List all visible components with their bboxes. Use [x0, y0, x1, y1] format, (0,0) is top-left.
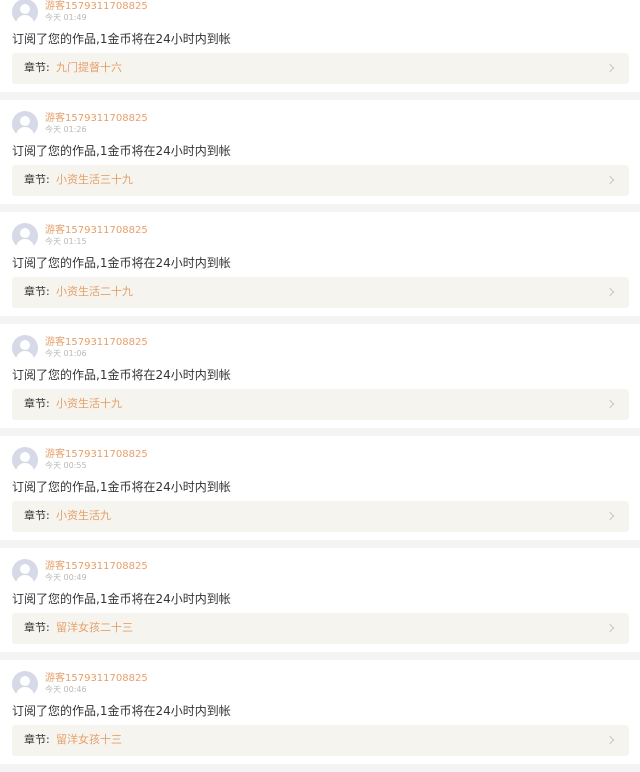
timestamp: 今天 00:55	[45, 461, 87, 470]
username[interactable]: 游客1579311708825	[45, 561, 148, 573]
chapter-name: 小资生活九	[56, 509, 111, 522]
notification-message: 订阅了您的作品,1金币将在24小时内到帐	[12, 32, 231, 46]
username[interactable]: 游客1579311708825	[45, 337, 148, 349]
chapter-link[interactable]: 章节: 小资生活三十九	[12, 165, 629, 196]
user-avatar-icon[interactable]	[12, 223, 38, 249]
notification-message: 订阅了您的作品,1金币将在24小时内到帐	[12, 368, 231, 382]
chapter-name: 九门提督十六	[56, 61, 122, 74]
notification-card: 游客1579311708825 今天 01:49 订阅了您的作品,1金币将在24…	[0, 0, 640, 92]
notification-message: 订阅了您的作品,1金币将在24小时内到帐	[12, 144, 231, 158]
chapter-name: 小资生活十九	[56, 397, 122, 410]
chevron-right-icon	[605, 511, 615, 521]
notification-card: 游客1579311708825 今天 01:06 订阅了您的作品,1金币将在24…	[0, 324, 640, 428]
timestamp: 今天 00:46	[45, 685, 87, 694]
notification-message: 订阅了您的作品,1金币将在24小时内到帐	[12, 704, 231, 718]
chapter-name: 小资生活二十九	[56, 285, 133, 298]
user-avatar-icon[interactable]	[12, 0, 38, 25]
notification-card: 游客1579311708825 今天 01:15 订阅了您的作品,1金币将在24…	[0, 212, 640, 316]
chevron-right-icon	[605, 63, 615, 73]
chapter-link[interactable]: 章节: 留洋女孩十三	[12, 725, 629, 756]
chapter-link[interactable]: 章节: 九门提督十六	[12, 53, 629, 84]
chapter-label: 章节:	[24, 397, 50, 410]
user-avatar-icon[interactable]	[12, 111, 38, 137]
chapter-link[interactable]: 章节: 留洋女孩二十三	[12, 613, 629, 644]
username[interactable]: 游客1579311708825	[45, 673, 148, 685]
chapter-name: 留洋女孩十三	[56, 733, 122, 746]
chapter-name: 小资生活三十九	[56, 173, 133, 186]
timestamp: 今天 00:49	[45, 573, 87, 582]
timestamp: 今天 01:26	[45, 125, 87, 134]
chapter-label: 章节:	[24, 173, 50, 186]
chapter-label: 章节:	[24, 509, 50, 522]
notification-card: 游客1579311708825 今天 00:55 订阅了您的作品,1金币将在24…	[0, 436, 640, 540]
chapter-label: 章节:	[24, 621, 50, 634]
notification-card: 游客1579311708825 今天 01:26 订阅了您的作品,1金币将在24…	[0, 100, 640, 204]
user-avatar-icon[interactable]	[12, 559, 38, 585]
user-avatar-icon[interactable]	[12, 671, 38, 697]
chapter-label: 章节:	[24, 733, 50, 746]
chevron-right-icon	[605, 175, 615, 185]
user-avatar-icon[interactable]	[12, 447, 38, 473]
user-avatar-icon[interactable]	[12, 335, 38, 361]
timestamp: 今天 01:06	[45, 349, 87, 358]
username[interactable]: 游客1579311708825	[45, 1, 148, 13]
notification-message: 订阅了您的作品,1金币将在24小时内到帐	[12, 480, 231, 494]
username[interactable]: 游客1579311708825	[45, 113, 148, 125]
chapter-label: 章节:	[24, 285, 50, 298]
notification-message: 订阅了您的作品,1金币将在24小时内到帐	[12, 256, 231, 270]
chapter-link[interactable]: 章节: 小资生活二十九	[12, 277, 629, 308]
chapter-label: 章节:	[24, 61, 50, 74]
notification-card: 游客1579311708825 今天 00:49 订阅了您的作品,1金币将在24…	[0, 548, 640, 652]
chevron-right-icon	[605, 623, 615, 633]
timestamp: 今天 01:15	[45, 237, 87, 246]
chapter-name: 留洋女孩二十三	[56, 621, 133, 634]
chapter-link[interactable]: 章节: 小资生活九	[12, 501, 629, 532]
chevron-right-icon	[605, 399, 615, 409]
timestamp: 今天 01:49	[45, 13, 87, 22]
notification-card: 游客1579311708825 今天 00:46 订阅了您的作品,1金币将在24…	[0, 660, 640, 764]
notification-feed: 游客1579311708825 今天 01:49 订阅了您的作品,1金币将在24…	[0, 0, 640, 772]
chapter-link[interactable]: 章节: 小资生活十九	[12, 389, 629, 420]
username[interactable]: 游客1579311708825	[45, 225, 148, 237]
notification-message: 订阅了您的作品,1金币将在24小时内到帐	[12, 592, 231, 606]
chevron-right-icon	[605, 287, 615, 297]
username[interactable]: 游客1579311708825	[45, 449, 148, 461]
chevron-right-icon	[605, 735, 615, 745]
